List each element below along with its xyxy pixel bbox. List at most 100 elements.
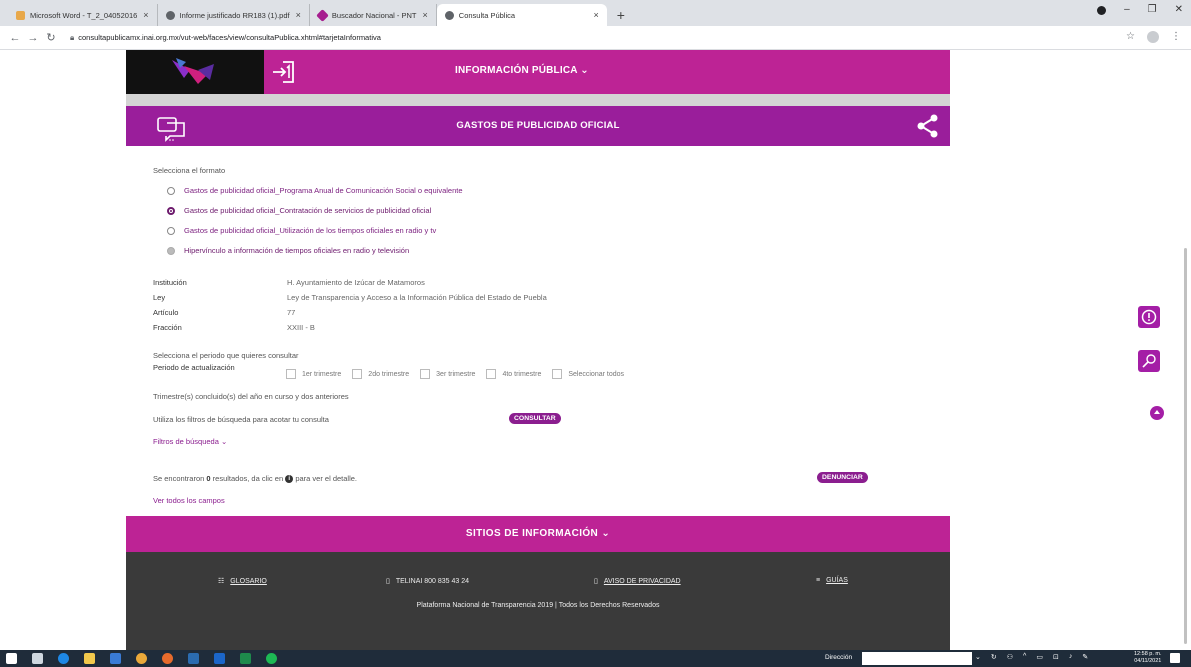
- format-option[interactable]: Gastos de publicidad oficial_Utilización…: [167, 226, 436, 235]
- clock[interactable]: 12:58 p. m. 04/11/2021: [1134, 651, 1162, 665]
- page-container: INFORMACIÓN PÚBLICA ⌄ GASTOS DE PUBLICID…: [126, 50, 950, 146]
- filters-hint: Utiliza los filtros de búsqueda para aco…: [153, 415, 329, 424]
- chevron-up-icon[interactable]: ^: [1023, 653, 1026, 661]
- spotify-icon[interactable]: [266, 653, 277, 664]
- checkbox-3er-trimestre[interactable]: [420, 369, 431, 379]
- format-option-label[interactable]: Gastos de publicidad oficial_Contratació…: [184, 206, 431, 215]
- radio-button-selected[interactable]: [167, 206, 175, 215]
- restore-icon[interactable]: ❐: [1148, 4, 1157, 15]
- close-icon[interactable]: ×: [143, 10, 148, 20]
- scroll-top-button[interactable]: [1150, 406, 1164, 420]
- share-icon[interactable]: [916, 114, 940, 138]
- tab-pdf[interactable]: Informe justificado RR183 (1).pdf ×: [158, 4, 310, 26]
- footer-telinai[interactable]: ▯ TELINAI 800 835 43 24: [386, 577, 469, 585]
- notification-icon[interactable]: [1170, 653, 1180, 663]
- address-toolbar-input[interactable]: [862, 652, 972, 665]
- checkbox-1er-trimestre[interactable]: [286, 369, 296, 379]
- chrome-icon[interactable]: [136, 653, 147, 664]
- network-icon[interactable]: ⊡: [1053, 653, 1059, 661]
- close-icon[interactable]: ×: [594, 10, 599, 20]
- format-option-label[interactable]: Gastos de publicidad oficial_Programa An…: [184, 186, 463, 195]
- footer-glosario[interactable]: ☷ GLOSARIO: [218, 577, 267, 585]
- back-icon[interactable]: ←: [6, 32, 24, 44]
- record-icon[interactable]: [1097, 6, 1107, 15]
- new-tab-button[interactable]: +: [607, 4, 635, 26]
- excel-icon[interactable]: [240, 653, 251, 664]
- profile-avatar[interactable]: [1147, 31, 1159, 43]
- tab-label: Consulta Pública: [458, 10, 516, 20]
- ver-todos-link[interactable]: Ver todos los campos: [153, 496, 225, 505]
- globe-favicon-icon: [165, 10, 175, 20]
- checkbox-label[interactable]: 1er trimestre: [302, 371, 341, 378]
- url-field[interactable]: 🔒︎ consultapublicamx.inai.org.mx/vut-web…: [70, 33, 381, 43]
- task-view-icon[interactable]: [32, 653, 43, 664]
- windows-start-icon[interactable]: [6, 653, 17, 664]
- radio-button[interactable]: [167, 186, 175, 195]
- arrow-up-icon: [1154, 410, 1160, 414]
- checkbox-label[interactable]: 4to trimestre: [502, 371, 541, 378]
- format-option-selected[interactable]: Gastos de publicidad oficial_Contratació…: [167, 206, 431, 215]
- volume-icon[interactable]: ♪: [1069, 653, 1073, 661]
- radio-button[interactable]: [167, 226, 175, 235]
- pnt-logo[interactable]: [126, 50, 264, 94]
- close-icon[interactable]: ×: [423, 10, 428, 20]
- checkbox-label[interactable]: 3er trimestre: [436, 371, 475, 378]
- checkbox-label[interactable]: 2do trimestre: [368, 371, 409, 378]
- battery-icon[interactable]: ▭: [1036, 653, 1043, 661]
- results-suffix: resultados, da clic en: [212, 474, 284, 483]
- footer-aviso[interactable]: ▯ AVISO DE PRIVACIDAD: [594, 577, 681, 585]
- consultar-button[interactable]: CONSULTAR: [509, 413, 561, 424]
- informacion-publica-menu[interactable]: INFORMACIÓN PÚBLICA ⌄: [455, 65, 589, 76]
- login-icon[interactable]: [271, 58, 297, 86]
- radio-button-disabled[interactable]: [167, 246, 175, 255]
- word-favicon-icon: [16, 10, 25, 20]
- close-icon[interactable]: ×: [296, 10, 301, 20]
- refresh-icon[interactable]: ↻: [991, 653, 997, 661]
- window-controls: – ❐ ✕: [1097, 4, 1183, 15]
- sitios-de-informacion-menu[interactable]: SITIOS DE INFORMACIÓN ⌄: [126, 516, 950, 552]
- pen-icon[interactable]: ✎: [1082, 653, 1088, 661]
- alert-button[interactable]: [1138, 306, 1160, 328]
- address-bar: ← → ↻ 🔒︎ consultapublicamx.inai.org.mx/v…: [0, 26, 1191, 50]
- periodo-note: Trimestre(s) concluido(s) del año en cur…: [153, 392, 349, 401]
- guias-link[interactable]: GUÍAS: [826, 577, 848, 584]
- forward-icon[interactable]: →: [24, 32, 42, 44]
- checkbox-label[interactable]: Seleccionar todos: [568, 371, 624, 378]
- close-window-icon[interactable]: ✕: [1175, 4, 1183, 15]
- alert-icon: [1141, 309, 1157, 325]
- firefox-icon[interactable]: [162, 653, 173, 664]
- denunciar-button[interactable]: DENUNCIAR: [817, 472, 868, 483]
- tab-buscador[interactable]: Buscador Nacional - PNT ×: [310, 4, 437, 26]
- footer-guias[interactable]: ≡ GUÍAS: [816, 577, 848, 584]
- glosario-link[interactable]: GLOSARIO: [230, 578, 267, 585]
- checkbox-4to-trimestre[interactable]: [486, 369, 497, 379]
- aviso-link[interactable]: AVISO DE PRIVACIDAD: [604, 578, 681, 585]
- outlook-icon[interactable]: [214, 653, 225, 664]
- people-icon[interactable]: ⚇: [1007, 653, 1013, 661]
- tools-button[interactable]: [1138, 350, 1160, 372]
- filtros-busqueda-link[interactable]: Filtros de búsqueda ⌄: [153, 437, 227, 446]
- results-suffix: para ver el detalle.: [295, 474, 358, 483]
- wrench-icon: [1142, 354, 1156, 368]
- detail-key: Ley: [153, 293, 166, 302]
- format-option-disabled[interactable]: Hipervínculo a información de tiempos of…: [167, 246, 409, 255]
- word-icon[interactable]: [188, 653, 199, 664]
- edge-icon[interactable]: [58, 653, 69, 664]
- minimize-icon[interactable]: –: [1124, 4, 1130, 15]
- lock-icon: 🔒︎: [70, 32, 75, 42]
- checkbox-seleccionar-todos[interactable]: [552, 369, 563, 379]
- chevron-down-icon[interactable]: ⌄: [975, 653, 981, 661]
- reload-icon[interactable]: ↻: [42, 31, 60, 44]
- checkbox-2do-trimestre[interactable]: [352, 369, 363, 379]
- star-icon[interactable]: ☆: [1126, 31, 1135, 43]
- tab-consulta[interactable]: Consulta Pública ×: [436, 4, 607, 26]
- tab-word[interactable]: Microsoft Word - T_2_04052016 ×: [8, 4, 158, 26]
- format-option-label[interactable]: Gastos de publicidad oficial_Utilización…: [184, 226, 436, 235]
- scrollbar[interactable]: [1184, 248, 1187, 644]
- format-option[interactable]: Gastos de publicidad oficial_Programa An…: [167, 186, 463, 195]
- menu-icon[interactable]: ⋮: [1171, 31, 1181, 43]
- app-icon[interactable]: [110, 653, 121, 664]
- format-option-label[interactable]: Hipervínculo a información de tiempos of…: [184, 246, 409, 255]
- detail-value: XXIII - B: [287, 323, 315, 332]
- file-explorer-icon[interactable]: [84, 653, 95, 664]
